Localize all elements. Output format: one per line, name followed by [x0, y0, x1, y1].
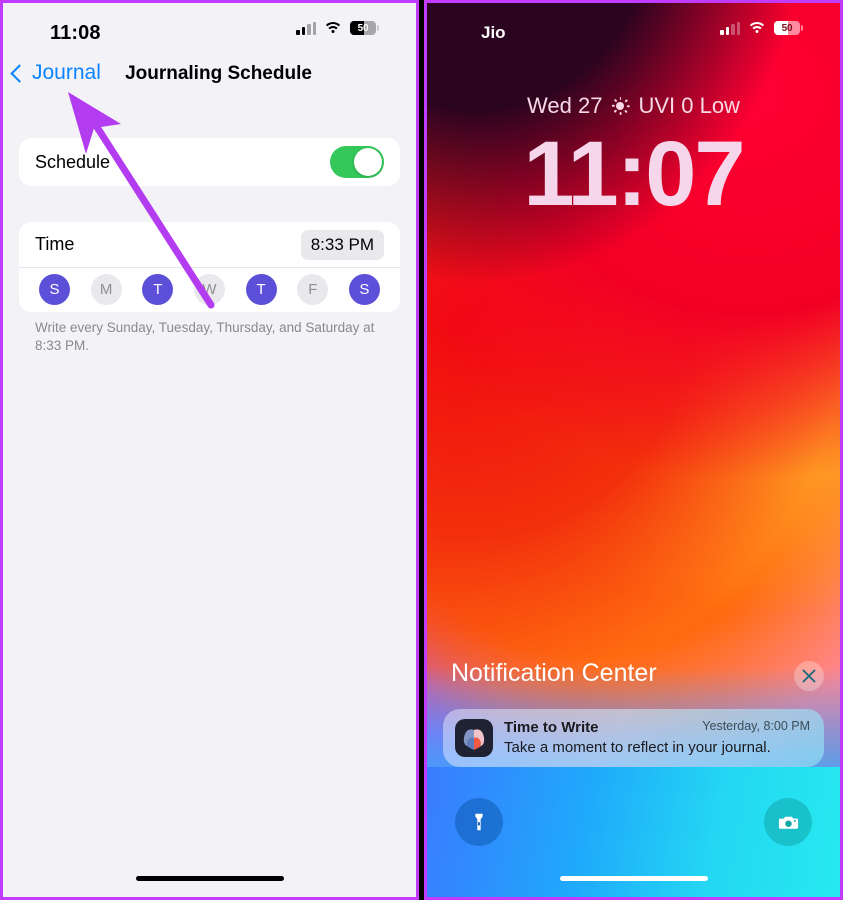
close-glyph [802, 669, 816, 683]
home-indicator[interactable] [559, 876, 708, 881]
uv-index-text: UVI 0 Low [638, 93, 740, 118]
left-status-bar: 11:08 50 [3, 3, 416, 51]
wifi-icon [747, 21, 767, 35]
battery-icon: 50 [774, 21, 803, 35]
sun-icon [611, 97, 630, 115]
time-value-button[interactable]: 8:33 PM [300, 229, 384, 260]
schedule-footnote: Write every Sunday, Tuesday, Thursday, a… [35, 320, 375, 354]
status-icons: 50 [296, 21, 379, 35]
notification-banner[interactable]: Time to Write Take a moment to reflect i… [443, 709, 824, 767]
flashlight-icon [475, 813, 483, 831]
camera-button[interactable] [764, 798, 812, 846]
journal-app-icon [455, 719, 493, 757]
notification-body: Take a moment to reflect in your journal… [504, 738, 771, 756]
schedule-label: Schedule [35, 151, 111, 172]
lock-screen-date-row: Wed 27 UVI 0 Low [427, 93, 840, 119]
status-icons: 50 [720, 21, 803, 35]
camera-icon [778, 816, 798, 829]
home-indicator[interactable] [135, 876, 284, 881]
right-phone-panel: Jio 50 Wed 27 UVI 0 Low 11:07 Notificati… [424, 0, 843, 900]
notification-center-title: Notification Center [451, 659, 657, 687]
right-status-bar: Jio 50 [427, 3, 840, 51]
day-toggle-thursday[interactable]: T [245, 274, 277, 305]
day-toggle-monday[interactable]: M [90, 274, 122, 305]
page-title: Journaling Schedule [125, 63, 312, 84]
schedule-toggle[interactable] [330, 146, 384, 178]
status-time: 11:08 [50, 22, 101, 44]
toggle-knob [354, 148, 382, 176]
schedule-row[interactable]: Schedule [19, 138, 400, 186]
cellular-bars-icon [720, 21, 740, 35]
cellular-bars-icon [296, 21, 316, 35]
flashlight-button[interactable] [455, 798, 503, 846]
left-phone-panel: 11:08 50 Journal Journaling Schedule Sch… [0, 0, 419, 900]
journal-butterfly-glyph [463, 729, 485, 750]
screenshot-stage: 11:08 50 Journal Journaling Schedule Sch… [0, 0, 843, 900]
time-row[interactable]: Time 8:33 PM [19, 222, 400, 268]
close-icon[interactable] [794, 661, 824, 691]
day-selector: S M T W T F S [19, 268, 400, 311]
day-toggle-sunday[interactable]: S [39, 274, 70, 305]
time-card: Time 8:33 PM S M T W T F S [19, 222, 400, 312]
notification-timestamp: Yesterday, 8:00 PM [702, 719, 810, 733]
wifi-icon [323, 21, 343, 35]
day-toggle-wednesday[interactable]: W [193, 274, 225, 305]
day-toggle-saturday[interactable]: S [348, 274, 380, 305]
battery-icon: 50 [350, 21, 379, 35]
schedule-card: Schedule [19, 138, 400, 186]
time-label: Time [35, 234, 75, 254]
navigation-bar: Journal Journaling Schedule [3, 61, 416, 99]
lock-screen-clock: 11:07 [523, 123, 745, 225]
notification-title: Time to Write [504, 718, 599, 736]
day-toggle-friday[interactable]: F [297, 274, 329, 305]
battery-level: 50 [781, 22, 793, 34]
lock-date: Wed 27 [527, 93, 603, 118]
battery-level: 50 [357, 22, 369, 34]
carrier-label: Jio [481, 23, 506, 42]
day-toggle-tuesday[interactable]: T [142, 274, 174, 305]
